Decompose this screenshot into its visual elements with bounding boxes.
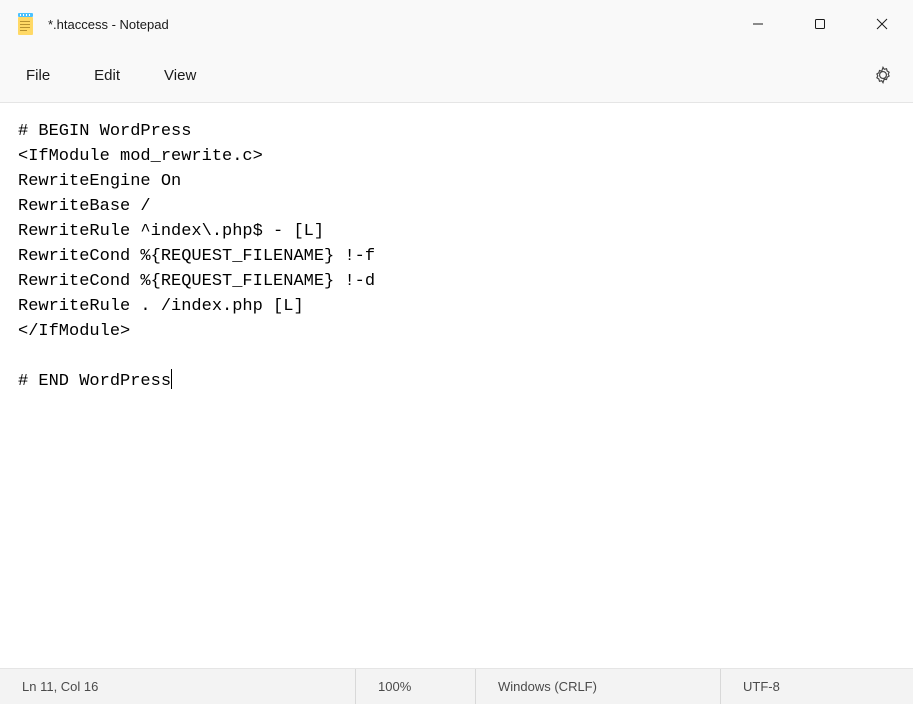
menu-bar: File Edit View — [0, 48, 913, 102]
text-cursor — [171, 369, 172, 389]
status-position: Ln 11, Col 16 — [0, 669, 355, 704]
status-zoom: 100% — [355, 669, 475, 704]
title-bar: *.htaccess - Notepad — [0, 0, 913, 48]
status-encoding: UTF-8 — [720, 669, 913, 704]
notepad-icon — [14, 13, 34, 35]
menu-file[interactable]: File — [10, 61, 66, 90]
text-editor[interactable]: # BEGIN WordPress <IfModule mod_rewrite.… — [0, 103, 913, 668]
close-button[interactable] — [851, 0, 913, 48]
settings-button[interactable] — [863, 57, 903, 93]
maximize-button[interactable] — [789, 0, 851, 48]
window-controls — [727, 0, 913, 48]
editor-content: # BEGIN WordPress <IfModule mod_rewrite.… — [18, 122, 375, 391]
window-title: *.htaccess - Notepad — [48, 17, 169, 32]
status-line-ending: Windows (CRLF) — [475, 669, 720, 704]
menu-view[interactable]: View — [148, 61, 212, 90]
minimize-button[interactable] — [727, 0, 789, 48]
gear-icon — [874, 66, 892, 84]
menu-edit[interactable]: Edit — [78, 61, 136, 90]
status-bar: Ln 11, Col 16 100% Windows (CRLF) UTF-8 — [0, 668, 913, 704]
